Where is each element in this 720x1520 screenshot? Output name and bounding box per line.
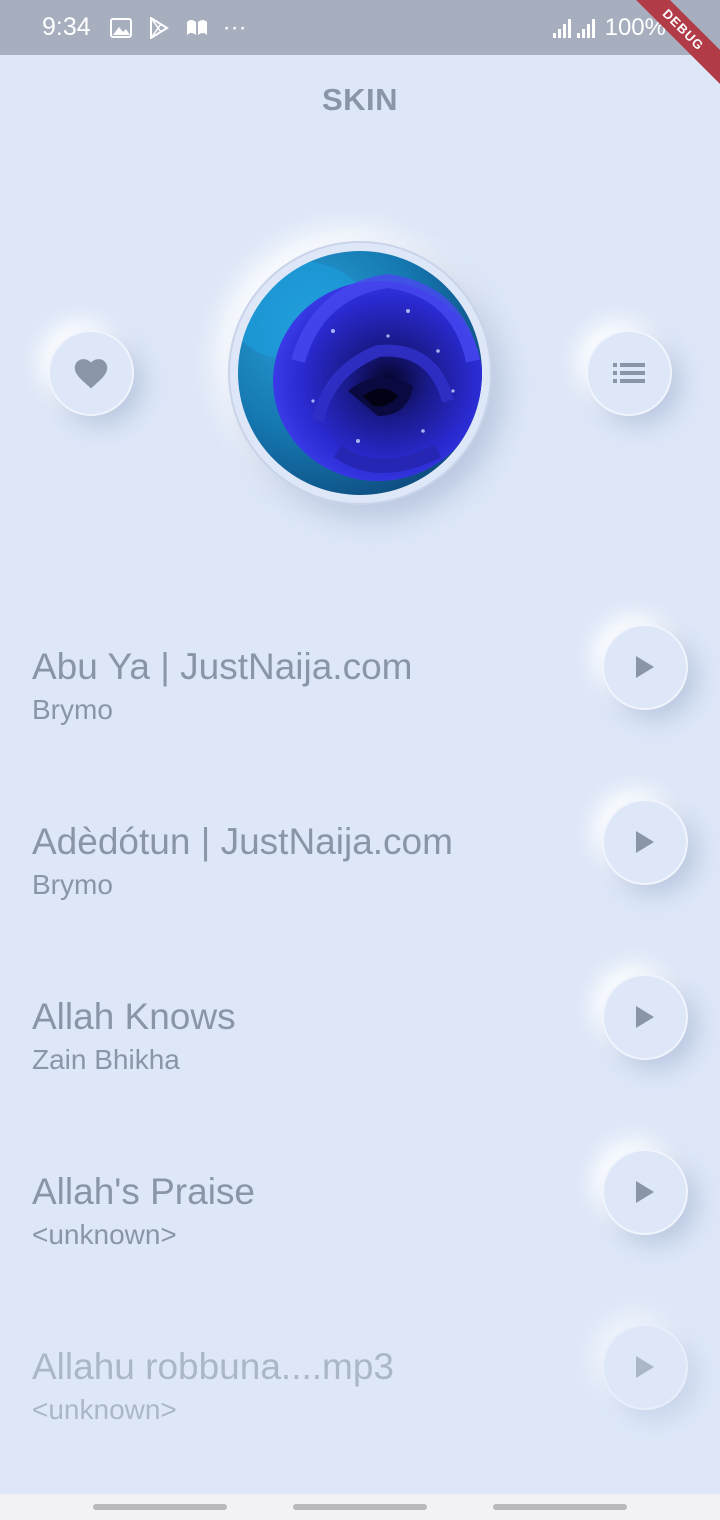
song-title: Allah Knows bbox=[32, 996, 236, 1037]
signal-icon bbox=[552, 18, 571, 38]
signal-icon-2 bbox=[576, 18, 595, 38]
song-title: Allah's Praise bbox=[32, 1171, 255, 1212]
list-item[interactable]: Allah's Praise <unknown> bbox=[0, 1149, 720, 1281]
heart-icon bbox=[74, 359, 108, 389]
status-time: 9:34 bbox=[42, 13, 91, 41]
play-button[interactable] bbox=[602, 799, 688, 885]
song-artist: <unknown> bbox=[32, 1219, 177, 1250]
play-button[interactable] bbox=[602, 1149, 688, 1235]
play-button[interactable] bbox=[602, 624, 688, 710]
more-notifications-icon: ··· bbox=[222, 13, 247, 41]
navigation-bar bbox=[0, 1494, 720, 1520]
album-art[interactable] bbox=[228, 241, 492, 505]
song-artist: Zain Bhikha bbox=[32, 1044, 180, 1075]
play-icon bbox=[636, 1356, 654, 1378]
song-title: Adèdótun | JustNaija.com bbox=[32, 821, 453, 862]
play-icon bbox=[636, 656, 654, 678]
play-button[interactable] bbox=[602, 974, 688, 1060]
list-item[interactable]: Abu Ya | JustNaija.com Brymo bbox=[0, 624, 720, 756]
playlist-button[interactable] bbox=[586, 330, 672, 416]
song-artist: <unknown> bbox=[32, 1394, 177, 1425]
play-store-icon bbox=[147, 16, 171, 40]
song-artist: Brymo bbox=[32, 869, 113, 900]
list-item[interactable]: Allah Knows Zain Bhikha bbox=[0, 974, 720, 1106]
gallery-icon bbox=[109, 16, 133, 40]
song-title: Allahu robbuna....mp3 bbox=[32, 1346, 395, 1387]
album-art-image bbox=[238, 251, 482, 495]
play-button[interactable] bbox=[602, 1324, 688, 1410]
list-item[interactable]: Allahu robbuna....mp3 <unknown> bbox=[0, 1324, 720, 1456]
play-icon bbox=[636, 1181, 654, 1203]
list-icon bbox=[613, 363, 645, 383]
status-bar: 9:34 ··· 100% bbox=[0, 0, 720, 55]
app-notification-icon bbox=[185, 16, 209, 40]
status-left: 9:34 ··· bbox=[42, 13, 247, 42]
list-item[interactable]: Adèdótun | JustNaija.com Brymo bbox=[0, 799, 720, 931]
song-title: Abu Ya | JustNaija.com bbox=[32, 646, 413, 687]
nav-home[interactable] bbox=[293, 1504, 427, 1510]
nav-recent-apps[interactable] bbox=[93, 1504, 227, 1510]
page-title: SKIN bbox=[321, 82, 399, 117]
play-icon bbox=[636, 831, 654, 853]
favorite-button[interactable] bbox=[48, 330, 134, 416]
play-icon bbox=[636, 1006, 654, 1028]
song-artist: Brymo bbox=[32, 694, 113, 725]
nav-back[interactable] bbox=[493, 1504, 627, 1510]
